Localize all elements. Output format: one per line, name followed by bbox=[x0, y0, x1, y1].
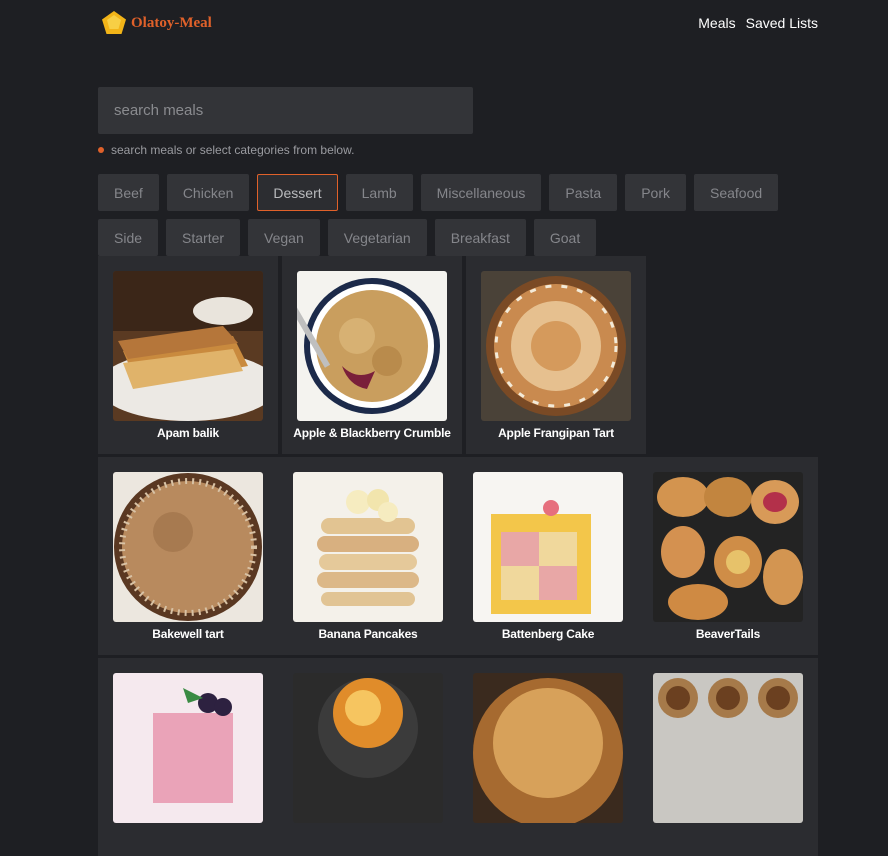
category-list: Beef Chicken Dessert Lamb Miscellaneous … bbox=[98, 174, 813, 256]
meal-name: Bakewell tart bbox=[152, 627, 224, 641]
category-dessert[interactable]: Dessert bbox=[257, 174, 338, 211]
meal-image bbox=[113, 271, 263, 421]
nav-saved-lists[interactable]: Saved Lists bbox=[746, 15, 818, 31]
category-pork[interactable]: Pork bbox=[625, 174, 686, 211]
meal-card[interactable]: Battenberg Cake bbox=[458, 457, 638, 655]
meal-row: Bakewell tart Banana Pancakes Battenberg… bbox=[98, 457, 818, 655]
meal-card[interactable]: BeaverTails bbox=[638, 457, 818, 655]
category-pasta[interactable]: Pasta bbox=[549, 174, 618, 211]
meal-image bbox=[297, 271, 447, 421]
logo-text: Olatoy-Meal bbox=[131, 14, 212, 31]
search-hint: search meals or select categories from b… bbox=[98, 143, 354, 157]
meal-image bbox=[293, 673, 443, 823]
meal-row bbox=[98, 658, 818, 856]
meal-image bbox=[473, 472, 623, 622]
category-chicken[interactable]: Chicken bbox=[166, 174, 250, 211]
meal-name: Apple & Blackberry Crumble bbox=[293, 426, 451, 440]
category-vegetarian[interactable]: Vegetarian bbox=[327, 219, 427, 256]
meal-card[interactable] bbox=[458, 658, 638, 856]
category-lamb[interactable]: Lamb bbox=[345, 174, 413, 211]
meal-name: BeaverTails bbox=[695, 627, 761, 641]
top-nav: Meals Saved Lists bbox=[698, 15, 818, 31]
meal-image bbox=[293, 472, 443, 622]
meal-card[interactable]: Apple & Blackberry Crumble bbox=[282, 256, 462, 454]
meal-row: Apam balik Apple & Blackberry Crumble Ap… bbox=[98, 256, 646, 454]
category-goat[interactable]: Goat bbox=[533, 219, 597, 256]
meal-name: Apple Frangipan Tart bbox=[498, 426, 614, 440]
category-miscellaneous[interactable]: Miscellaneous bbox=[420, 174, 542, 211]
category-starter[interactable]: Starter bbox=[166, 219, 241, 256]
meal-image bbox=[113, 673, 263, 823]
meal-image bbox=[113, 472, 263, 622]
meal-image bbox=[653, 472, 803, 622]
meal-card[interactable]: Apam balik bbox=[98, 256, 278, 454]
hint-text: search meals or select categories from b… bbox=[111, 143, 355, 157]
category-beef[interactable]: Beef bbox=[98, 174, 159, 211]
meal-card[interactable]: Apple Frangipan Tart bbox=[466, 256, 646, 454]
search-input[interactable] bbox=[98, 87, 473, 134]
category-side[interactable]: Side bbox=[98, 219, 159, 256]
logo-icon bbox=[102, 11, 126, 34]
meal-card[interactable]: Banana Pancakes bbox=[278, 457, 458, 655]
meal-name: Banana Pancakes bbox=[318, 627, 418, 641]
meal-card[interactable]: Bakewell tart bbox=[98, 457, 278, 655]
meal-image bbox=[481, 271, 631, 421]
category-vegan[interactable]: Vegan bbox=[248, 219, 320, 256]
meal-image bbox=[473, 673, 623, 823]
nav-meals[interactable]: Meals bbox=[698, 15, 735, 31]
category-seafood[interactable]: Seafood bbox=[694, 174, 779, 211]
meal-card[interactable] bbox=[278, 658, 458, 856]
meal-name: Apam balik bbox=[156, 426, 220, 440]
meal-card[interactable] bbox=[98, 658, 278, 856]
hint-dot-icon bbox=[98, 147, 104, 153]
logo[interactable]: Olatoy-Meal bbox=[101, 10, 212, 36]
meal-card[interactable] bbox=[638, 658, 818, 856]
meal-name: Battenberg Cake bbox=[501, 627, 595, 641]
meal-image bbox=[653, 673, 803, 823]
category-breakfast[interactable]: Breakfast bbox=[434, 219, 526, 256]
